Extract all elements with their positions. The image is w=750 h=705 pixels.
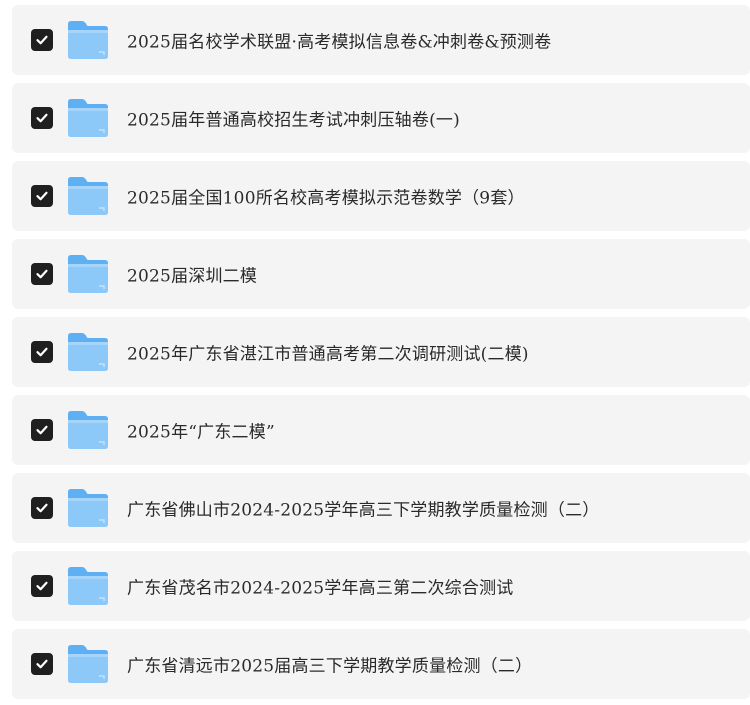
folder-row[interactable]: 广东省茂名市2024-2025学年高三第二次综合测试 xyxy=(12,551,750,621)
checkbox-checked[interactable] xyxy=(31,341,53,363)
folder-name: 2025年“广东二模” xyxy=(127,422,275,443)
checkmark-icon xyxy=(36,269,48,279)
folder-icon xyxy=(66,643,110,685)
checkbox-checked[interactable] xyxy=(31,653,53,675)
checkmark-icon xyxy=(36,503,48,513)
folder-row[interactable]: 2025届名校学术联盟·高考模拟信息卷&冲刺卷&预测卷 xyxy=(12,5,750,75)
folder-row[interactable]: 2025届深圳二模 xyxy=(12,239,750,309)
folder-icon xyxy=(66,409,110,451)
checkmark-icon xyxy=(36,347,48,357)
folder-icon xyxy=(66,19,110,61)
folder-row[interactable]: 2025届年普通高校招生考试冲刺压轴卷(一) xyxy=(12,83,750,153)
folder-icon xyxy=(66,487,110,529)
folder-name: 广东省茂名市2024-2025学年高三第二次综合测试 xyxy=(127,578,514,599)
folder-icon xyxy=(66,253,110,295)
checkmark-icon xyxy=(36,35,48,45)
folder-row[interactable]: 2025年广东省湛江市普通高考第二次调研测试(二模) xyxy=(12,317,750,387)
checkmark-icon xyxy=(36,113,48,123)
checkbox-checked[interactable] xyxy=(31,107,53,129)
checkbox-checked[interactable] xyxy=(31,575,53,597)
checkmark-icon xyxy=(36,191,48,201)
checkmark-icon xyxy=(36,581,48,591)
checkmark-icon xyxy=(36,425,48,435)
checkmark-icon xyxy=(36,659,48,669)
folder-row[interactable]: 广东省清远市2025届高三下学期教学质量检测（二） xyxy=(12,629,750,699)
folder-list: 2025届名校学术联盟·高考模拟信息卷&冲刺卷&预测卷 2025届年普通高校招生… xyxy=(0,0,750,705)
checkbox-checked[interactable] xyxy=(31,263,53,285)
folder-name: 2025届全国100所名校高考模拟示范卷数学（9套） xyxy=(127,188,525,209)
folder-name: 2025届年普通高校招生考试冲刺压轴卷(一) xyxy=(127,110,460,131)
checkbox-checked[interactable] xyxy=(31,419,53,441)
checkbox-checked[interactable] xyxy=(31,185,53,207)
folder-icon xyxy=(66,97,110,139)
folder-row[interactable]: 广东省佛山市2024-2025学年高三下学期教学质量检测（二） xyxy=(12,473,750,543)
folder-icon xyxy=(66,175,110,217)
folder-name: 2025届名校学术联盟·高考模拟信息卷&冲刺卷&预测卷 xyxy=(127,32,552,53)
folder-name: 广东省清远市2025届高三下学期教学质量检测（二） xyxy=(127,656,533,677)
checkbox-checked[interactable] xyxy=(31,497,53,519)
checkbox-checked[interactable] xyxy=(31,29,53,51)
folder-name: 2025年广东省湛江市普通高考第二次调研测试(二模) xyxy=(127,344,529,365)
folder-row[interactable]: 2025届全国100所名校高考模拟示范卷数学（9套） xyxy=(12,161,750,231)
folder-row[interactable]: 2025年“广东二模” xyxy=(12,395,750,465)
folder-name: 广东省佛山市2024-2025学年高三下学期教学质量检测（二） xyxy=(127,500,600,521)
folder-icon xyxy=(66,565,110,607)
folder-icon xyxy=(66,331,110,373)
folder-name: 2025届深圳二模 xyxy=(127,266,258,287)
